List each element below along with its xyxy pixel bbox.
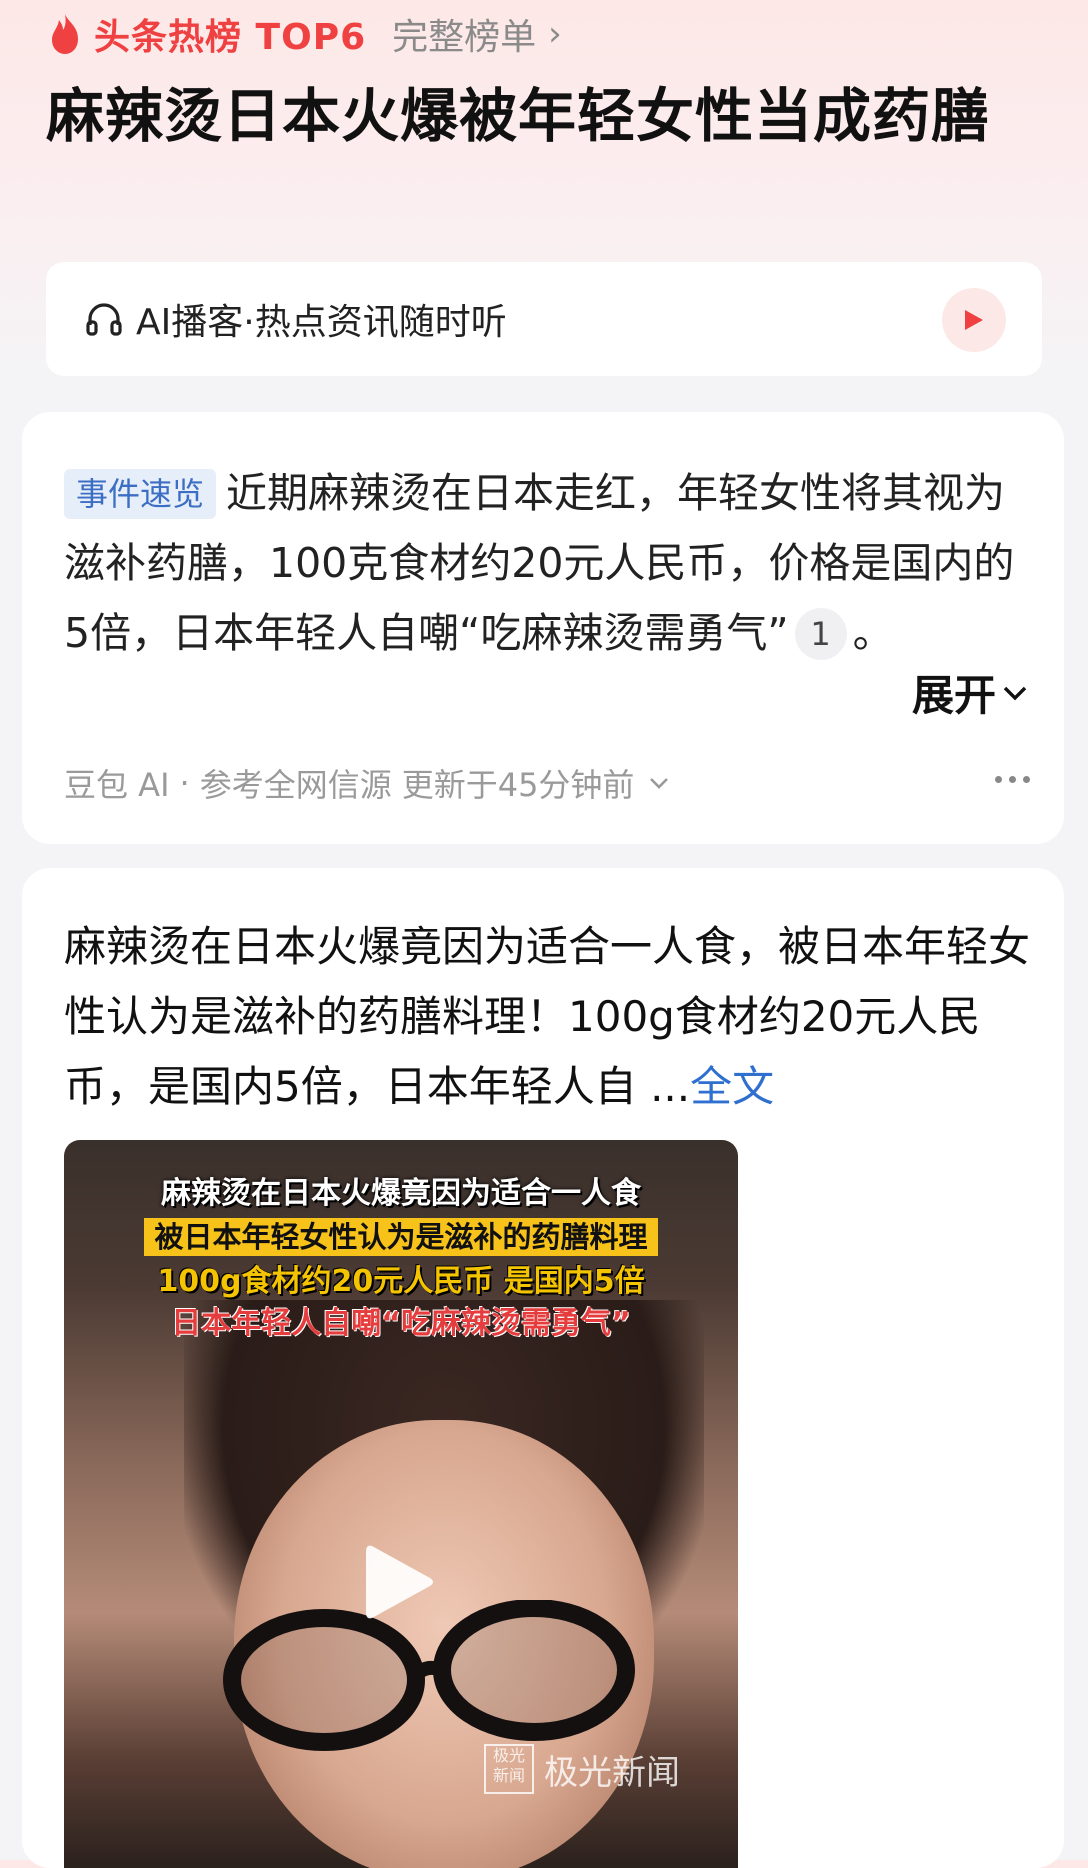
post-card: 麻辣烫在日本火爆竟因为适合一人食，被日本年轻女性认为是滋补的药膳料理！100g食… bbox=[22, 868, 1064, 1868]
chevron-down-icon bbox=[1003, 686, 1027, 700]
video-caption-4: 日本年轻人自嘲“吃麻辣烫需勇气” bbox=[171, 1306, 631, 1341]
chevron-down-icon[interactable] bbox=[648, 776, 670, 790]
meta-separator: · bbox=[179, 764, 190, 802]
header: 头条热榜 TOP6 完整榜单 › 麻辣烫日本火爆被年轻女性当成药膳 AI播客·热… bbox=[0, 0, 1088, 400]
more-options-icon[interactable] bbox=[995, 776, 1030, 783]
hot-list-row[interactable]: 头条热榜 TOP6 完整榜单 › bbox=[46, 8, 562, 60]
post-text[interactable]: 麻辣烫在日本火爆竟因为适合一人食，被日本年轻女性认为是滋补的药膳料理！100g食… bbox=[64, 912, 1044, 1122]
event-summary-tag: 事件速览 bbox=[64, 469, 217, 519]
video-thumbnail[interactable]: 麻辣烫在日本火爆竟因为适合一人食 被日本年轻女性认为是滋补的药膳料理 100g食… bbox=[64, 1140, 738, 1868]
headphone-icon bbox=[86, 303, 122, 336]
hot-list-label: 头条热榜 TOP6 bbox=[94, 17, 367, 58]
watermark-logo: 极光新闻 bbox=[484, 1744, 534, 1794]
podcast-label: AI播客·热点资讯随时听 bbox=[136, 302, 507, 343]
expand-label: 展开 bbox=[911, 671, 996, 720]
summary-end: 。 bbox=[852, 609, 894, 657]
reference-badge[interactable]: 1 bbox=[794, 608, 847, 660]
event-summary-card: 事件速览 近期麻辣烫在日本走红，年轻女性将其视为滋补药膳，100克食材约20元人民… bbox=[22, 412, 1064, 844]
watermark-text: 极光新闻 bbox=[544, 1752, 680, 1793]
meta-source: 豆包 AI bbox=[64, 766, 170, 804]
video-caption-1: 麻辣烫在日本火爆竟因为适合一人食 bbox=[161, 1176, 641, 1211]
summary-text: 事件速览 近期麻辣烫在日本走红，年轻女性将其视为滋补药膳，100克食材约20元人民… bbox=[64, 458, 1030, 668]
expand-button[interactable]: 展开 bbox=[912, 662, 1028, 723]
podcast-play-button[interactable] bbox=[942, 288, 1006, 352]
flame-icon bbox=[52, 14, 78, 54]
video-caption-3: 100g食材约20元人民币 是国内5倍 bbox=[157, 1264, 645, 1299]
meta-updated: 更新于45分钟前 bbox=[401, 766, 635, 804]
ai-podcast-bar[interactable]: AI播客·热点资讯随时听 bbox=[46, 262, 1042, 376]
summary-meta: 豆包 AI · 参考全网信源 更新于45分钟前 bbox=[64, 760, 670, 806]
meta-reference[interactable]: 参考全网信源 bbox=[200, 760, 392, 806]
full-list-link[interactable]: 完整榜单 bbox=[392, 8, 536, 60]
glasses-shape bbox=[223, 1600, 635, 1751]
page-title: 麻辣烫日本火爆被年轻女性当成药膳 bbox=[46, 82, 991, 150]
play-icon bbox=[965, 310, 983, 330]
video-caption-2: 被日本年轻女性认为是滋补的药膳料理 bbox=[64, 1214, 738, 1256]
video-play-icon[interactable] bbox=[364, 1540, 436, 1624]
full-text-link[interactable]: 全文 bbox=[690, 1062, 774, 1111]
chevron-right-icon: › bbox=[548, 14, 562, 54]
watermark: 极光新闻 极光新闻 bbox=[484, 1744, 680, 1794]
post-body: 麻辣烫在日本火爆竟因为适合一人食，被日本年轻女性认为是滋补的药膳料理！100g食… bbox=[64, 922, 1031, 1111]
